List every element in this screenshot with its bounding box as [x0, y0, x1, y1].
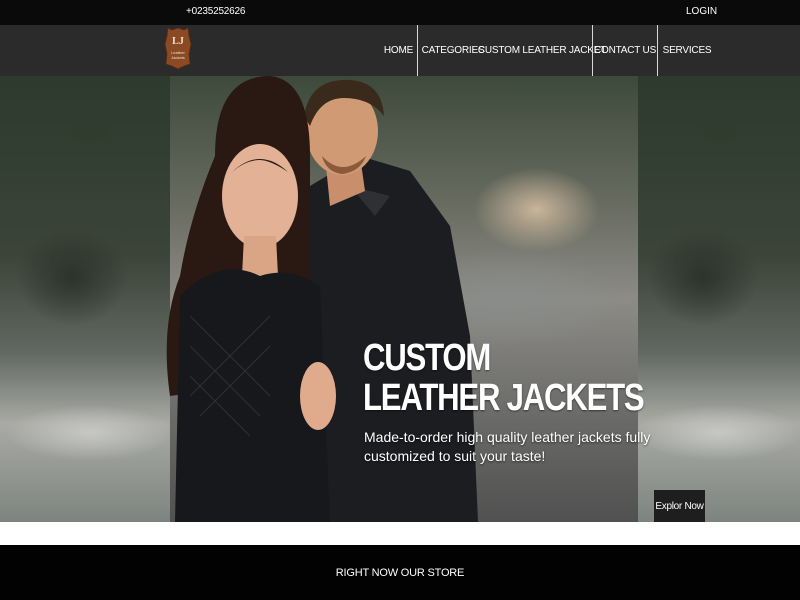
svg-text:Jackets: Jackets [171, 55, 185, 60]
nav-divider [657, 25, 658, 76]
hero-background-left [0, 76, 180, 522]
site-logo[interactable]: LJ Leather Jackets [164, 26, 192, 70]
leather-hide-logo-icon: LJ Leather Jackets [164, 27, 192, 70]
hero-title-line1: CUSTOM [363, 337, 491, 379]
hero-title-line2: LEATHER JACKETS [363, 377, 645, 419]
hero-title: CUSTOM LEATHER JACKETS [363, 337, 645, 419]
top-bar: +0235252626 LOGIN [0, 0, 800, 25]
main-navbar: LJ Leather Jackets HOME CATEGORIES CUSTO… [0, 25, 800, 76]
nav-contact-us[interactable]: CONTACT US [594, 25, 656, 76]
store-banner-text: RIGHT NOW OUR STORE [335, 566, 465, 579]
nav-divider [592, 25, 593, 76]
hero-subtitle: Made-to-order high quality leather jacke… [364, 429, 651, 464]
hero-banner: CUSTOM LEATHER JACKETS Made-to-order hig… [0, 76, 800, 522]
explore-now-button[interactable]: Explor Now [654, 490, 705, 522]
nav-services[interactable]: SERVICES [661, 25, 713, 76]
hero-background-right [638, 76, 800, 522]
nav-custom-leather-jacket[interactable]: CUSTOM LEATHER JACKET [478, 25, 606, 76]
nav-categories[interactable]: CATEGORIES [422, 25, 485, 76]
nav-home[interactable]: HOME [380, 25, 417, 76]
login-link[interactable]: LOGIN [686, 6, 717, 17]
phone-number: +0235252626 [186, 6, 246, 17]
nav-divider [417, 25, 418, 76]
svg-text:LJ: LJ [172, 36, 184, 47]
store-banner: RIGHT NOW OUR STORE [0, 545, 800, 600]
nav-menu: HOME CATEGORIES CUSTOM LEATHER JACKET CO… [380, 25, 800, 76]
